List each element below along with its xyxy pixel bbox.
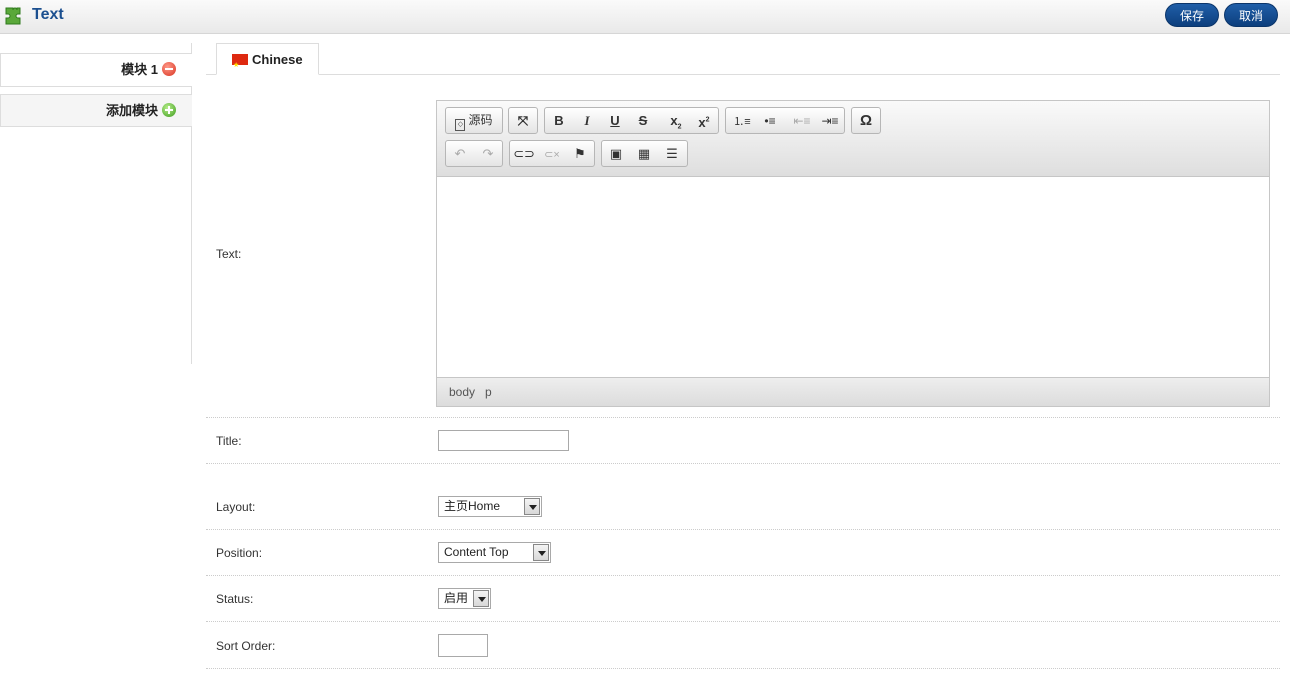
link-button[interactable]: ⊂⊃ — [510, 141, 538, 166]
rich-text-editor: ◇ 源码 ⤧ B I U S x2 x2 ⒈≡ •≡ ⇤≡ ⇥≡ Ω ↶ ↷ ⊂… — [436, 100, 1270, 407]
horizontal-rule-button[interactable]: ☰ — [658, 141, 686, 166]
outdent-icon: ⇤≡ — [793, 114, 811, 128]
toolbar-group-maximize: ⤧ — [508, 107, 538, 134]
table-button[interactable]: ▦ — [630, 141, 658, 166]
bulleted-list-button[interactable]: •≡ — [756, 108, 784, 133]
numbered-list-icon: ⒈≡ — [733, 116, 751, 128]
page-title: Text — [32, 6, 64, 23]
cancel-button[interactable]: 取消 — [1224, 3, 1278, 27]
increase-indent-button[interactable]: ⇥≡ — [816, 108, 844, 133]
source-button[interactable]: ◇ 源码 — [446, 108, 502, 133]
layout-select[interactable]: 主页Home — [438, 496, 542, 517]
position-select-value: Content Top — [444, 545, 509, 559]
superscript-icon: x2 — [698, 115, 710, 131]
status-select-value: 启用 — [444, 591, 469, 605]
toolbar-group-links: ⊂⊃ ⊂× ⚑ — [509, 140, 595, 167]
editor-content-area[interactable] — [437, 177, 1269, 377]
title-label: Title: — [216, 434, 242, 448]
row-divider — [206, 668, 1280, 669]
toolbar-group-media: ▣ ▦ ☰ — [601, 140, 688, 167]
editor-element-path: body p — [437, 377, 1269, 406]
unlink-button[interactable]: ⊂× — [538, 141, 566, 166]
redo-icon: ↷ — [482, 146, 494, 161]
toolbar-group-source: ◇ 源码 — [445, 107, 503, 134]
indent-icon: ⇥≡ — [821, 114, 839, 128]
sidebar-item-module-1[interactable]: 模块 1 — [0, 53, 192, 87]
anchor-button[interactable]: ⚑ — [566, 141, 594, 166]
numbered-list-button[interactable]: ⒈≡ — [728, 108, 756, 133]
toolbar-group-paragraph: ⒈≡ •≡ ⇤≡ ⇥≡ — [725, 107, 845, 134]
bulleted-list-icon: •≡ — [764, 114, 776, 128]
status-label: Status: — [216, 592, 254, 606]
image-button[interactable]: ▣ — [602, 141, 630, 166]
sidebar-item-label: 模块 1 — [121, 62, 158, 77]
subscript-button[interactable]: x2 — [662, 108, 690, 133]
undo-button[interactable]: ↶ — [446, 141, 474, 166]
layout-select-value: 主页Home — [444, 499, 501, 513]
link-icon: ⊂⊃ — [513, 146, 535, 161]
chevron-down-icon — [533, 544, 549, 561]
redo-button[interactable]: ↷ — [474, 141, 502, 166]
chevron-down-icon — [524, 498, 540, 515]
tab-label: Chinese — [252, 52, 303, 67]
row-divider — [206, 529, 1280, 530]
save-button[interactable]: 保存 — [1165, 3, 1219, 27]
row-divider — [206, 417, 1280, 418]
add-icon — [162, 103, 176, 117]
maximize-icon: ⤧ — [517, 113, 529, 128]
italic-button[interactable]: I — [573, 108, 601, 133]
toolbar-group-insert: Ω — [851, 107, 881, 134]
remove-icon[interactable] — [162, 62, 176, 76]
status-select[interactable]: 启用 — [438, 588, 491, 609]
underline-icon: U — [610, 113, 620, 128]
china-flag-icon — [232, 50, 248, 82]
row-divider — [206, 463, 1280, 464]
sort-order-label: Sort Order: — [216, 639, 276, 653]
language-tabs: Chinese — [206, 43, 1280, 82]
sidebar-item-label: 添加模块 — [105, 103, 158, 118]
decrease-indent-button[interactable]: ⇤≡ — [788, 108, 816, 133]
editor-toolbar: ◇ 源码 ⤧ B I U S x2 x2 ⒈≡ •≡ ⇤≡ ⇥≡ Ω ↶ ↷ ⊂… — [437, 101, 1269, 177]
sort-order-input[interactable] — [438, 634, 488, 657]
source-icon: ◇ — [455, 119, 466, 131]
maximize-button[interactable]: ⤧ — [509, 108, 537, 133]
chevron-down-icon — [473, 590, 489, 607]
omega-icon: Ω — [859, 112, 873, 129]
flag-icon: ⚑ — [574, 146, 586, 161]
unlink-icon: ⊂× — [544, 149, 560, 161]
add-module-button[interactable]: 添加模块 — [0, 94, 192, 127]
subscript-icon: x2 — [670, 113, 682, 131]
underline-button[interactable]: U — [601, 108, 629, 133]
toolbar-group-undo: ↶ ↷ — [445, 140, 503, 167]
path-element-body[interactable]: body — [449, 385, 475, 399]
path-element-p[interactable]: p — [485, 385, 492, 399]
undo-icon: ↶ — [454, 146, 466, 161]
source-button-label: 源码 — [468, 113, 493, 127]
puzzle-icon — [5, 7, 21, 25]
row-divider — [206, 575, 1280, 576]
row-divider — [206, 621, 1280, 622]
strikethrough-button[interactable]: S — [629, 108, 657, 133]
strikethrough-icon: S — [638, 113, 648, 128]
page-header: Text 保存 取消 — [0, 0, 1290, 34]
image-icon: ▣ — [609, 146, 623, 161]
toolbar-group-basicstyles: B I U S x2 x2 — [544, 107, 719, 134]
bold-button[interactable]: B — [545, 108, 573, 133]
module-sidebar: 模块 1 添加模块 — [0, 43, 192, 364]
title-input[interactable] — [438, 430, 569, 451]
tab-chinese[interactable]: Chinese — [216, 43, 319, 82]
table-icon: ▦ — [637, 146, 651, 161]
layout-label: Layout: — [216, 500, 256, 514]
position-select[interactable]: Content Top — [438, 542, 551, 563]
bold-icon: B — [554, 113, 564, 128]
superscript-button[interactable]: x2 — [690, 108, 718, 133]
text-label: Text: — [216, 247, 242, 261]
special-char-button[interactable]: Ω — [852, 108, 880, 133]
horizontal-rule-icon: ☰ — [666, 146, 678, 161]
position-label: Position: — [216, 546, 263, 560]
italic-icon: I — [584, 113, 590, 128]
